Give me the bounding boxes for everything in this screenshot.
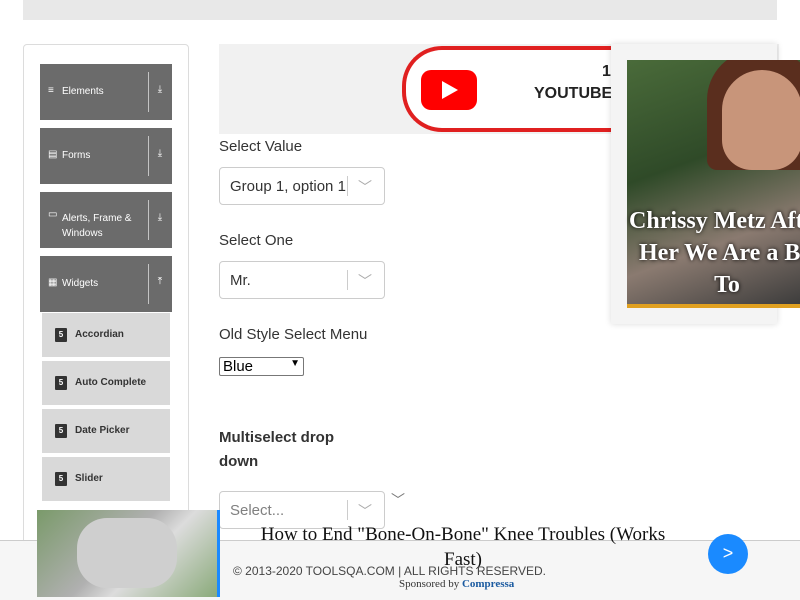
divider xyxy=(148,200,149,240)
copyright-text: © 2013-2020 TOOLSQA.COM | ALL RIGHTS RES… xyxy=(233,564,546,578)
old-style-select[interactable]: Blue ▼ xyxy=(219,357,304,376)
video-progress-bar xyxy=(627,304,800,308)
selected-value: Blue xyxy=(223,358,254,375)
sidebar-group-label: Alerts, Frame & Windows xyxy=(62,213,132,239)
multiselect-placeholder: Select... xyxy=(230,502,285,519)
selected-value: Group 1, option 1 xyxy=(230,178,346,195)
html5-icon: 5 xyxy=(55,472,67,486)
top-ad-strip xyxy=(23,0,777,20)
chevron-down-icon[interactable]: ﹀ xyxy=(358,177,372,197)
sidebar-item-slider[interactable]: 5 Slider xyxy=(42,457,170,503)
sidebar-group-widgets[interactable]: ▦ Widgets ⤒ xyxy=(40,256,172,312)
sidebar-item-label: Auto Complete xyxy=(75,377,147,388)
chevron-down-icon[interactable]: ﹀ xyxy=(358,501,372,521)
knee-sleeve-figure xyxy=(77,518,177,588)
select-one-dropdown[interactable]: Mr. ﹀ xyxy=(219,261,385,299)
divider xyxy=(148,136,149,176)
divider xyxy=(347,500,348,520)
old-style-select-label: Old Style Select Menu xyxy=(219,326,368,343)
html5-icon: 5 xyxy=(55,328,67,342)
sidebar: ≡ Elements ⤓ ▤ Forms ⤓ ▭ Alerts, Frame &… xyxy=(23,44,189,544)
sponsored-text: Sponsored by Compressa xyxy=(399,578,514,590)
window-icon: ▭ xyxy=(48,209,58,220)
youtube-logo-icon xyxy=(421,70,477,110)
collapse-icon[interactable]: ⤒ xyxy=(153,276,167,287)
sponsored-prefix: Sponsored by xyxy=(399,578,462,590)
sponsor-link[interactable]: Compressa xyxy=(462,578,514,590)
sidebar-item-label: Accordian xyxy=(75,329,124,340)
sidebar-item-label: Date Picker xyxy=(75,425,130,436)
multiselect-label: Multiselect drop down xyxy=(219,429,335,470)
expand-icon[interactable]: ⤓ xyxy=(153,84,167,95)
sidebar-group-label: Elements xyxy=(62,86,104,97)
sidebar-group-forms[interactable]: ▤ Forms ⤓ xyxy=(40,128,172,184)
divider xyxy=(347,176,348,196)
list-icon: ≡ xyxy=(48,85,54,96)
video-ad-headline: Chrissy Metz After Her We Are a Bit To xyxy=(629,208,800,298)
html5-icon: 5 xyxy=(55,424,67,438)
expand-icon[interactable]: ⤓ xyxy=(153,148,167,159)
sidebar-item-accordian[interactable]: 5 Accordian xyxy=(42,313,170,359)
chevron-down-icon: ▼ xyxy=(290,358,300,369)
select-value-dropdown[interactable]: Group 1, option 1 ﹀ xyxy=(219,167,385,205)
chevron-down-icon[interactable]: ﹀ xyxy=(391,490,405,510)
knee-ad-image[interactable] xyxy=(37,510,220,597)
form-icon: ▤ xyxy=(48,149,58,160)
select-one-label: Select One xyxy=(219,232,294,249)
sidebar-item-label: Slider xyxy=(75,473,103,484)
divider xyxy=(148,264,149,304)
sidebar-group-label: Forms xyxy=(62,150,91,161)
expand-icon[interactable]: ⤓ xyxy=(153,212,167,223)
grid-icon: ▦ xyxy=(48,277,58,288)
chevron-down-icon[interactable]: ﹀ xyxy=(358,271,372,291)
video-figure xyxy=(722,70,800,170)
select-value-label: Select Value xyxy=(219,138,303,155)
divider xyxy=(148,72,149,112)
ad-next-button[interactable]: > xyxy=(708,534,748,574)
selected-value: Mr. xyxy=(230,272,251,289)
divider xyxy=(347,270,348,290)
sidebar-item-auto-complete[interactable]: 5 Auto Complete xyxy=(42,361,170,407)
sidebar-item-date-picker[interactable]: 5 Date Picker xyxy=(42,409,170,455)
sidebar-group-elements[interactable]: ≡ Elements ⤓ xyxy=(40,64,172,120)
sidebar-group-label: Widgets xyxy=(62,278,99,289)
html5-icon: 5 xyxy=(55,376,67,390)
sidebar-group-alerts[interactable]: ▭ Alerts, Frame & Windows ⤓ xyxy=(40,192,172,248)
